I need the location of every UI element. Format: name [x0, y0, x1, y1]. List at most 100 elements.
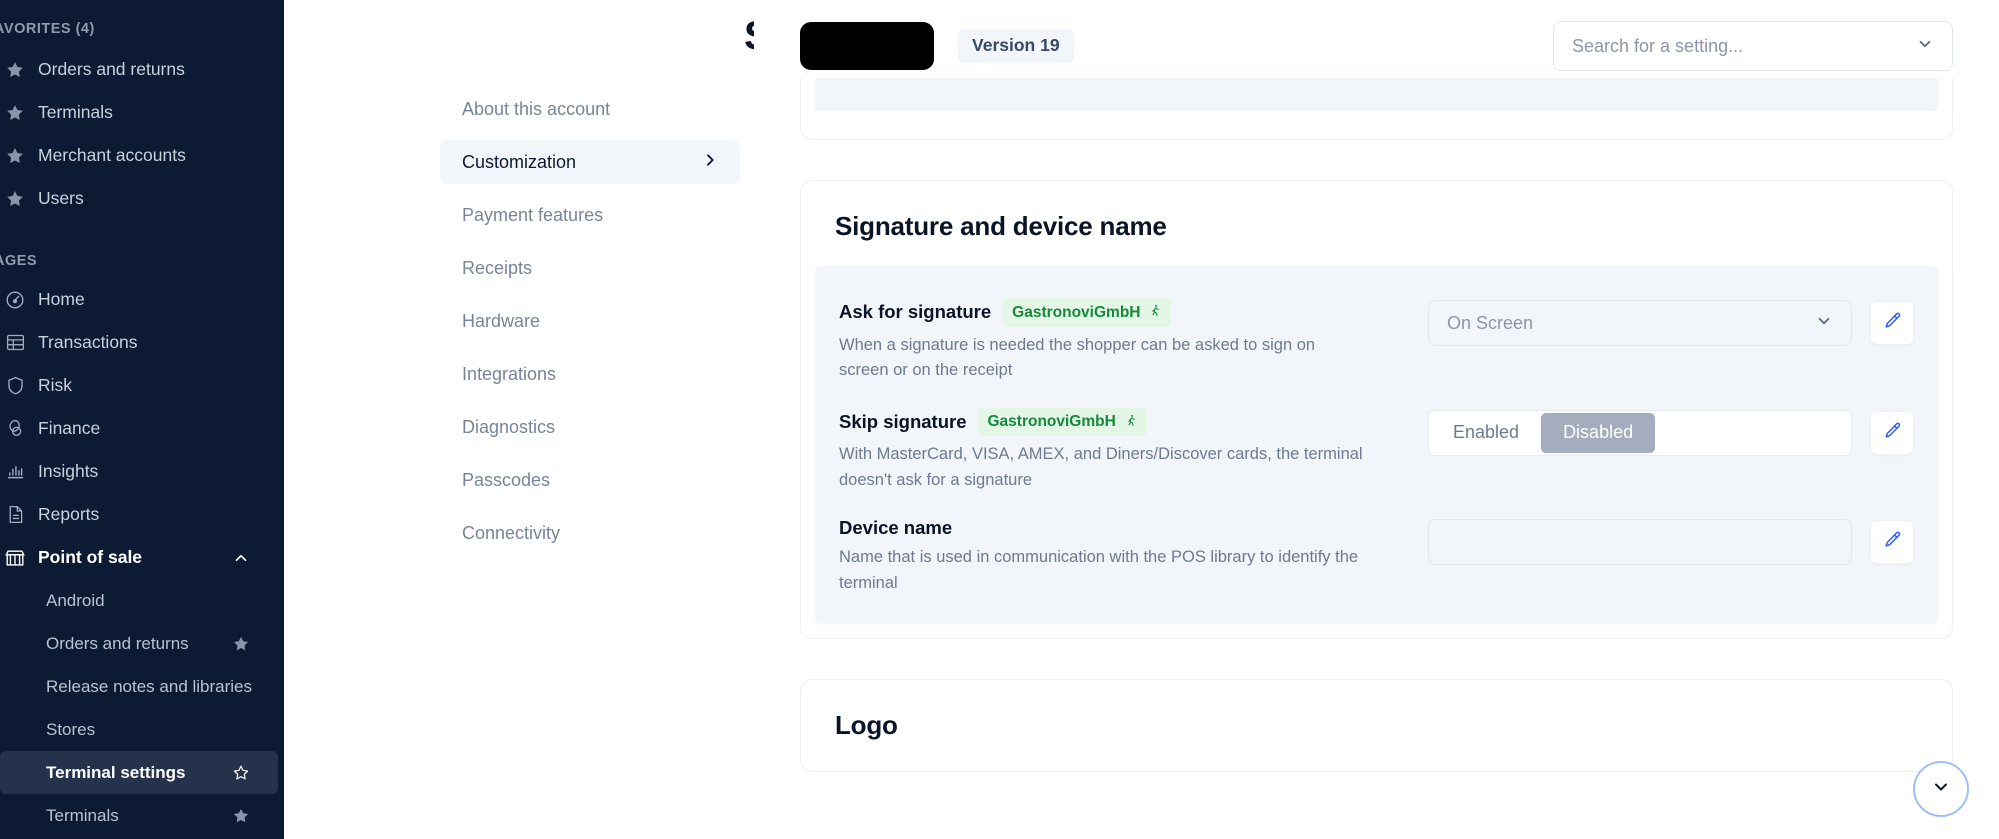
coins-icon: [0, 418, 38, 439]
star-icon: [0, 60, 38, 80]
settings-nav-item-passcodes[interactable]: Passcodes: [440, 458, 740, 502]
setting-control: On Screen: [1428, 298, 1914, 346]
chevron-down-icon[interactable]: [1916, 35, 1934, 58]
setting-title: Device name: [839, 517, 953, 539]
sidebar-item-label: Terminals: [46, 805, 119, 825]
scroll-down-button[interactable]: [1913, 761, 1969, 817]
sidebar-item-orders-and-returns[interactable]: Orders and returns: [0, 48, 278, 91]
badge-label: GastronoviGmbH: [1012, 303, 1141, 321]
settings-nav-item-diagnostics[interactable]: Diagnostics: [440, 405, 740, 449]
setting-row-ask-for-signature: Ask for signature GastronoviGmbH When a …: [839, 290, 1914, 400]
settings-nav-label: Customization: [462, 151, 577, 172]
walking-person-icon: [1125, 413, 1138, 432]
sidebar-item-transactions[interactable]: Transactions: [0, 321, 278, 364]
edit-device-name-button[interactable]: [1870, 520, 1914, 565]
sidebar-item-home[interactable]: Home: [0, 278, 278, 321]
main-content: Version 19 Search for a setting... Signa…: [754, 0, 1999, 839]
setting-row-skip-signature: Skip signature GastronoviGmbH With Maste…: [839, 400, 1914, 510]
star-icon: [0, 146, 38, 166]
setting-title: Skip signature: [839, 410, 967, 432]
settings-nav-item-hardware[interactable]: Hardware: [440, 299, 740, 343]
settings-nav-item-about-this-account[interactable]: About this account: [440, 87, 740, 131]
segment-option-disabled[interactable]: Disabled: [1541, 412, 1656, 453]
card-title: Logo: [835, 710, 898, 741]
shield-icon: [0, 375, 38, 396]
merchant-account-badge: GastronoviGmbH: [978, 407, 1147, 437]
setting-row-device-name: Device name Name that is used in communi…: [839, 509, 1914, 600]
settings-nav-label: About this account: [462, 98, 611, 119]
signature-and-device-name-card: Signature and device name Ask for signat…: [800, 180, 1953, 640]
home-icon: [0, 289, 38, 311]
settings-nav-list: About this account Customization Payment…: [284, 87, 754, 555]
setting-title: Ask for signature: [839, 301, 992, 323]
settings-nav-item-receipts[interactable]: Receipts: [440, 246, 740, 290]
signature-settings-panel: Ask for signature GastronoviGmbH When a …: [815, 266, 1938, 625]
settings-nav-label: Diagnostics: [462, 416, 556, 437]
merchant-account-badge: GastronoviGmbH: [1003, 298, 1172, 327]
sidebar-item-label: Point of sale: [38, 547, 143, 567]
chevron-down-icon[interactable]: [1815, 312, 1833, 335]
content-header: Version 19 Search for a setting...: [754, 14, 1999, 78]
select-value: On Screen: [1447, 312, 1534, 333]
sidebar-item-users[interactable]: Users: [0, 177, 278, 220]
sidebar-item-pos-terminals[interactable]: Terminals: [0, 794, 278, 837]
skip-signature-segmented-control[interactable]: Enabled Disabled: [1428, 409, 1852, 456]
settings-nav-item-connectivity[interactable]: Connectivity: [440, 511, 740, 555]
sidebar-item-android[interactable]: Android: [0, 579, 278, 622]
sidebar-item-label: Stores: [46, 719, 96, 739]
bar-chart-icon: [0, 461, 38, 482]
settings-nav-label: Receipts: [462, 257, 533, 278]
search-input[interactable]: Search for a setting...: [1572, 36, 1916, 57]
pencil-icon: [1883, 311, 1902, 335]
setting-info: Skip signature GastronoviGmbH With Maste…: [839, 407, 1403, 494]
sidebar-item-release-notes[interactable]: Release notes and libraries: [0, 665, 278, 708]
device-name-input[interactable]: [1428, 519, 1852, 566]
sidebar-item-terminals-fav[interactable]: Terminals: [0, 91, 278, 134]
chevron-up-icon[interactable]: [232, 549, 250, 567]
settings-nav-label: Payment features: [462, 204, 604, 225]
sidebar-item-risk[interactable]: Risk: [0, 364, 278, 407]
segment-option-enabled[interactable]: Enabled: [1431, 413, 1541, 453]
settings-nav-item-payment-features[interactable]: Payment features: [440, 193, 740, 237]
star-icon[interactable]: [232, 635, 250, 653]
badge-label: GastronoviGmbH: [987, 413, 1116, 431]
star-icon[interactable]: [232, 807, 250, 825]
star-outline-icon[interactable]: [232, 764, 250, 782]
sidebar-item-pos-orders-and-returns[interactable]: Orders and returns: [0, 622, 278, 665]
star-icon: [0, 103, 38, 123]
settings-nav-label: Connectivity: [462, 522, 561, 543]
app-root: AVORITES (4) Orders and returns Terminal…: [0, 0, 1999, 839]
document-icon: [0, 504, 38, 525]
settings-nav-item-customization[interactable]: Customization: [440, 140, 740, 184]
sidebar-item-label: Reports: [38, 504, 100, 524]
sidebar-item-finance[interactable]: Finance: [0, 407, 278, 450]
sidebar-item-stores[interactable]: Stores: [0, 708, 278, 751]
edit-skip-signature-button[interactable]: [1870, 410, 1914, 455]
pencil-icon: [1883, 421, 1902, 445]
sidebar-item-label: Insights: [38, 461, 99, 481]
setting-description: When a signature is needed the shopper c…: [839, 335, 1316, 380]
setting-title-line: Skip signature GastronoviGmbH: [839, 407, 1383, 437]
search-setting-dropdown[interactable]: Search for a setting...: [1553, 21, 1953, 71]
setting-description: Name that is used in communication with …: [839, 548, 1359, 592]
sidebar-pages-label: AGES: [0, 253, 38, 269]
sidebar-item-reports[interactable]: Reports: [0, 493, 278, 536]
redacted-account-name: [800, 22, 934, 70]
sidebar-item-label: Merchant accounts: [38, 145, 186, 165]
settings-nav-panel: Settings About this account Customizatio…: [284, 0, 898, 839]
edit-ask-for-signature-button[interactable]: [1870, 301, 1914, 345]
settings-nav-label: Passcodes: [462, 469, 551, 490]
ask-for-signature-select[interactable]: On Screen: [1428, 300, 1852, 346]
sidebar-item-label: Transactions: [38, 332, 138, 352]
sidebar-item-label: Terminals: [38, 102, 113, 122]
sidebar-item-label: Orders and returns: [46, 633, 189, 653]
sidebar-item-point-of-sale[interactable]: Point of sale: [0, 536, 278, 579]
previous-card-partial: [800, 78, 1953, 140]
sidebar-item-insights[interactable]: Insights: [0, 450, 278, 493]
previous-card-panel-strip: [815, 78, 1938, 111]
sidebar-item-merchant-accounts[interactable]: Merchant accounts: [0, 134, 278, 177]
sidebar-item-terminal-settings[interactable]: Terminal settings: [0, 751, 278, 794]
sidebar-item-label: Finance: [38, 418, 101, 438]
setting-description: With MasterCard, VISA, AMEX, and Diners/…: [839, 445, 1363, 489]
settings-nav-item-integrations[interactable]: Integrations: [440, 352, 740, 396]
